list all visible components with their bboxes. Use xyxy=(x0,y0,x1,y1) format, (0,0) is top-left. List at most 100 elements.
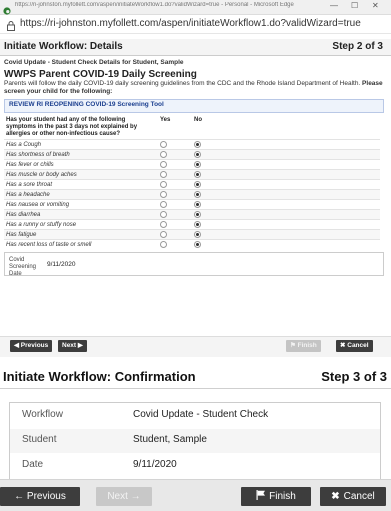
no-radio[interactable] xyxy=(194,200,201,208)
question-header: Has your student had any of the followin… xyxy=(6,117,138,137)
confirmation-row-workflow: Workflow Covid Update - Student Check xyxy=(10,404,380,428)
finish-button[interactable]: Finish xyxy=(241,487,311,506)
wizard-footer: ← Previous Next → Finish ✖ Cancel xyxy=(0,479,391,511)
yes-radio[interactable] xyxy=(160,210,167,218)
symptom-no-cell xyxy=(192,149,380,160)
symptom-row: Has shortness of breath xyxy=(4,149,380,160)
yes-radio[interactable] xyxy=(160,140,167,148)
symptom-label: Has fever or chills xyxy=(4,159,158,170)
symptom-row: Has fatigue xyxy=(4,229,380,240)
symptom-yes-cell xyxy=(158,239,192,249)
title-divider xyxy=(0,388,391,389)
no-radio[interactable] xyxy=(194,150,201,158)
no-radio[interactable] xyxy=(194,160,201,168)
symptom-table-header: Has your student had any of the followin… xyxy=(4,116,380,140)
symptom-row: Has recent loss of taste or smell xyxy=(4,239,380,249)
no-radio[interactable] xyxy=(194,220,201,228)
previous-button[interactable]: ← Previous xyxy=(0,487,80,506)
symptom-row: Has fever or chills xyxy=(4,159,380,170)
lock-icon xyxy=(7,18,15,31)
confirmation-title: Initiate Workflow: Confirmation xyxy=(3,369,196,384)
symptom-row: Has a sore throat xyxy=(4,179,380,190)
symptom-yes-cell xyxy=(158,209,192,220)
popup-next-button[interactable]: Next ▶ xyxy=(58,340,87,352)
cancel-button[interactable]: ✖ Cancel xyxy=(320,487,386,506)
yes-radio[interactable] xyxy=(160,200,167,208)
yes-radio[interactable] xyxy=(160,180,167,188)
confirmation-details: Workflow Covid Update - Student Check St… xyxy=(9,402,381,480)
yes-radio[interactable] xyxy=(160,160,167,168)
yes-column-header: Yes xyxy=(160,117,171,123)
yes-radio[interactable] xyxy=(160,170,167,178)
student-value: Student, Sample xyxy=(133,434,207,445)
finish-label: Finish xyxy=(269,491,296,502)
popup-step-indicator: Step 2 of 3 xyxy=(332,41,383,52)
date-value: 9/11/2020 xyxy=(133,459,177,470)
date-label: Date xyxy=(22,459,44,470)
symptom-label: Has a sore throat xyxy=(4,179,158,190)
symptom-no-cell xyxy=(192,199,380,210)
address-bar[interactable]: https://ri-johnston.myfollett.com/aspen/… xyxy=(0,15,391,34)
popup-cancel-button[interactable]: ✖ Cancel xyxy=(336,340,373,352)
no-column-header: No xyxy=(194,117,202,123)
yes-radio[interactable] xyxy=(160,230,167,238)
no-radio[interactable] xyxy=(194,210,201,218)
symptom-row: Has muscle or body aches xyxy=(4,169,380,180)
screening-tool-link[interactable]: REVIEW RI REOPENING COVID-19 Screening T… xyxy=(4,99,384,113)
symptom-row: Has a runny or stuffy nose xyxy=(4,219,380,230)
maximize-icon[interactable]: ☐ xyxy=(351,1,358,11)
symptom-no-cell xyxy=(192,179,380,190)
confirmation-step-indicator: Step 3 of 3 xyxy=(321,369,387,384)
screening-date-label: Covid Screening Date xyxy=(9,257,37,277)
symptom-row: Has a headache xyxy=(4,189,380,200)
no-radio[interactable] xyxy=(194,190,201,198)
no-radio[interactable] xyxy=(194,240,201,248)
symptom-no-cell xyxy=(192,209,380,220)
student-label: Student xyxy=(22,434,57,445)
yes-radio[interactable] xyxy=(160,240,167,248)
workflow-label: Workflow xyxy=(22,409,63,420)
details-tag-line: Covid Update - Student Check Details for… xyxy=(4,59,184,66)
symptom-row: Has nausea or vomiting xyxy=(4,199,380,210)
symptom-yes-cell xyxy=(158,179,192,190)
popup-footer: ◀ Previous Next ▶ ⚑ Finish ✖ Cancel xyxy=(0,336,391,357)
no-radio[interactable] xyxy=(194,180,201,188)
symptom-no-cell xyxy=(192,159,380,170)
symptom-no-cell xyxy=(192,189,380,200)
yes-radio[interactable] xyxy=(160,190,167,198)
yes-radio[interactable] xyxy=(160,220,167,228)
close-window-icon[interactable]: ✕ xyxy=(372,1,379,11)
popup-previous-button[interactable]: ◀ Previous xyxy=(10,340,53,352)
browser-titlebar: https://ri-johnston.myfollett.com/aspen/… xyxy=(0,0,391,15)
confirmation-row-student: Student Student, Sample xyxy=(10,429,380,453)
screening-form: Covid Update - Student Check Details for… xyxy=(4,57,384,277)
symptom-no-cell xyxy=(192,229,380,240)
symptom-label: Has a runny or stuffy nose xyxy=(4,219,158,230)
workflow-value: Covid Update - Student Check xyxy=(133,409,269,420)
no-radio[interactable] xyxy=(194,140,201,148)
symptom-no-cell xyxy=(192,139,380,150)
cancel-label: Cancel xyxy=(343,491,375,502)
edge-browser-icon xyxy=(3,2,11,15)
flag-icon xyxy=(256,488,266,507)
address-url[interactable]: https://ri-johnston.myfollett.com/aspen/… xyxy=(20,18,361,29)
screening-date-box: Covid Screening Date 9/11/2020 xyxy=(4,252,384,277)
popup-header: Initiate Workflow: Details Step 2 of 3 xyxy=(0,39,391,56)
popup-title: Initiate Workflow: Details xyxy=(4,41,123,52)
confirmation-row-date: Date 9/11/2020 xyxy=(10,454,380,478)
minimize-icon[interactable]: — xyxy=(330,1,338,11)
symptom-yes-cell xyxy=(158,139,192,150)
workflow-details-popup: https://ri-johnston.myfollett.com/aspen/… xyxy=(0,0,391,358)
screening-date-value[interactable]: 9/11/2020 xyxy=(47,261,75,268)
no-radio[interactable] xyxy=(194,230,201,238)
no-radio[interactable] xyxy=(194,170,201,178)
next-button: Next → xyxy=(96,487,152,506)
symptom-yes-cell xyxy=(158,149,192,160)
symptom-label: Has muscle or body aches xyxy=(4,169,158,180)
yes-radio[interactable] xyxy=(160,150,167,158)
symptom-no-cell xyxy=(192,239,380,249)
symptom-yes-cell xyxy=(158,189,192,200)
symptom-yes-cell xyxy=(158,219,192,230)
symptom-label: Has shortness of breath xyxy=(4,149,158,160)
form-title: WWPS Parent COVID-19 Daily Screening xyxy=(4,69,197,80)
